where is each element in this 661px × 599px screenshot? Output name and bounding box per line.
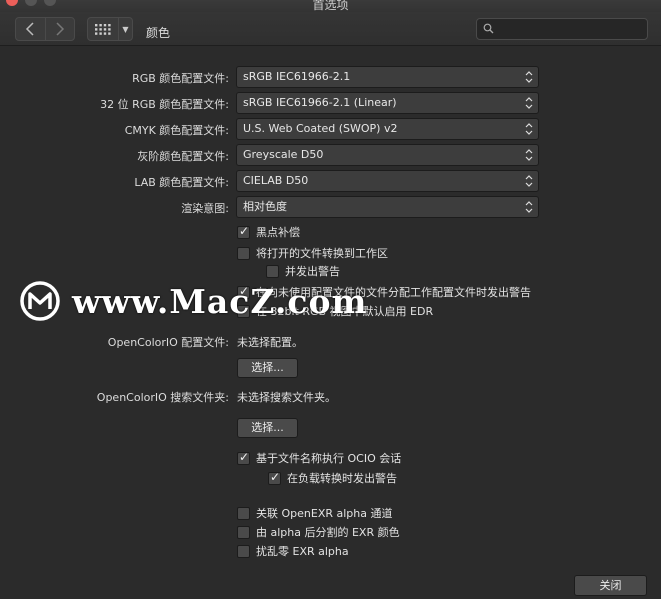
cmyk-profile-label: CMYK 颜色配置文件:	[124, 124, 229, 137]
toolbar: ▼ 颜色	[0, 12, 661, 46]
convert-open-label: 将打开的文件转换到工作区	[256, 247, 388, 260]
rgb32-profile-value: sRGB IEC61966-2.1 (Linear)	[243, 96, 397, 109]
exr-zero-alpha-checkbox[interactable]	[237, 544, 250, 558]
chevron-right-icon	[56, 22, 64, 36]
forward-button[interactable]	[44, 18, 75, 40]
ocio-warn-load-option[interactable]: 在负载转换时发出警告	[268, 470, 397, 486]
updown-arrow-icon	[525, 97, 533, 109]
warn-convert-label: 并发出警告	[285, 265, 340, 278]
grey-profile-value: Greyscale D50	[243, 148, 324, 161]
rgb-profile-select[interactable]: sRGB IEC61966-2.1	[236, 66, 539, 88]
lab-profile-select[interactable]: CIELAB D50	[236, 170, 539, 192]
grey-profile-select[interactable]: Greyscale D50	[236, 144, 539, 166]
ocio-filename-checkbox[interactable]	[237, 450, 250, 465]
grid-icon	[95, 23, 111, 35]
grey-profile-label: 灰阶颜色配置文件:	[137, 150, 229, 163]
cmyk-profile-value: U.S. Web Coated (SWOP) v2	[243, 122, 398, 135]
rgb32-profile-label: 32 位 RGB 颜色配置文件:	[100, 98, 229, 111]
rgb-profile-value: sRGB IEC61966-2.1	[243, 70, 351, 83]
lab-profile-value: CIELAB D50	[243, 174, 309, 187]
black-point-option[interactable]: 黑点补偿	[237, 224, 300, 240]
exr-assoc-alpha-label: 关联 OpenEXR alpha 通道	[256, 507, 393, 520]
ocio-filename-label: 基于文件名称执行 OCIO 会话	[256, 452, 402, 465]
ocio-filename-option[interactable]: 基于文件名称执行 OCIO 会话	[237, 450, 401, 466]
close-button[interactable]: 关闭	[574, 575, 647, 596]
updown-arrow-icon	[525, 71, 533, 83]
ocio-search-value: 未选择搜索文件夹。	[237, 391, 336, 404]
exr-zero-alpha-option[interactable]: 扰乱零 EXR alpha	[237, 543, 349, 559]
ocio-warn-load-checkbox[interactable]	[268, 470, 281, 485]
show-all-button[interactable]: ▼	[87, 17, 133, 41]
watermark: www.MacZ.com	[20, 281, 367, 321]
updown-arrow-icon	[525, 201, 533, 213]
search-field[interactable]	[476, 18, 648, 40]
rendering-intent-label: 渲染意图:	[181, 202, 229, 215]
exr-separate-alpha-checkbox[interactable]	[237, 525, 250, 539]
convert-open-checkbox[interactable]	[237, 246, 250, 260]
exr-assoc-alpha-checkbox[interactable]	[237, 506, 250, 520]
rgb32-profile-select[interactable]: sRGB IEC61966-2.1 (Linear)	[236, 92, 539, 114]
macz-logo-icon	[20, 281, 60, 321]
convert-open-option[interactable]: 将打开的文件转换到工作区	[237, 245, 388, 261]
section-title: 颜色	[146, 26, 171, 40]
warn-convert-checkbox[interactable]	[266, 264, 279, 278]
title-bar: 首选项	[0, 0, 661, 12]
exr-separate-alpha-option[interactable]: 由 alpha 后分割的 EXR 颜色	[237, 524, 400, 540]
rgb-profile-label: RGB 颜色配置文件:	[132, 72, 229, 85]
black-point-label: 黑点补偿	[256, 226, 300, 239]
exr-separate-alpha-label: 由 alpha 后分割的 EXR 颜色	[256, 526, 400, 539]
nav-buttons	[15, 17, 75, 41]
ocio-config-value: 未选择配置。	[237, 336, 303, 349]
lab-profile-label: LAB 颜色配置文件:	[134, 176, 229, 189]
ocio-config-choose-button[interactable]: 选择...	[237, 358, 298, 378]
dropdown-arrow-icon: ▼	[122, 24, 129, 34]
black-point-checkbox[interactable]	[237, 224, 250, 239]
search-icon	[483, 23, 494, 34]
updown-arrow-icon	[525, 175, 533, 187]
rendering-intent-select[interactable]: 相对色度	[236, 196, 539, 218]
exr-zero-alpha-label: 扰乱零 EXR alpha	[256, 545, 349, 558]
back-button[interactable]	[16, 18, 45, 40]
warn-convert-option[interactable]: 并发出警告	[266, 263, 340, 279]
chevron-left-icon	[26, 22, 34, 36]
cmyk-profile-select[interactable]: U.S. Web Coated (SWOP) v2	[236, 118, 539, 140]
rendering-intent-value: 相对色度	[243, 200, 287, 213]
updown-arrow-icon	[525, 123, 533, 135]
updown-arrow-icon	[525, 149, 533, 161]
exr-assoc-alpha-option[interactable]: 关联 OpenEXR alpha 通道	[237, 505, 393, 521]
ocio-warn-load-label: 在负载转换时发出警告	[287, 472, 397, 485]
watermark-text: www.MacZ.com	[72, 281, 368, 321]
ocio-search-choose-button[interactable]: 选择...	[237, 418, 298, 438]
ocio-config-label: OpenColorIO 配置文件:	[107, 336, 229, 349]
ocio-search-label: OpenColorIO 搜索文件夹:	[96, 391, 229, 404]
